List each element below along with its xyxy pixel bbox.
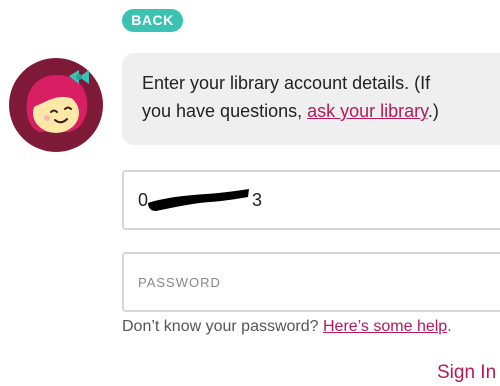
sign-in-button[interactable]: Sign In [437, 362, 496, 384]
message-line-2: you have questions, ask your library.) [142, 97, 500, 125]
password-help-suffix: . [447, 318, 452, 335]
password-help-link[interactable]: Here’s some help [323, 318, 447, 335]
library-card-field[interactable]: 0 3 [122, 170, 500, 230]
card-number-end: 3 [252, 190, 263, 210]
password-help-line: Don’t know your password? Here’s some he… [122, 318, 452, 336]
message-bubble: Enter your library account details. (If … [122, 53, 500, 145]
password-input[interactable] [138, 254, 498, 310]
message-line-2-prefix: you have questions, [142, 101, 308, 121]
password-field[interactable] [122, 252, 500, 312]
message-line-2-suffix: .) [427, 101, 439, 121]
message-line-1: Enter your library account details. (If [142, 73, 431, 93]
library-sign-in-screen: BACK Enter your library account details.… [0, 0, 500, 386]
card-number-start: 0 [138, 190, 149, 210]
ask-your-library-link[interactable]: ask your library [307, 101, 428, 121]
password-help-prefix: Don’t know your password? [122, 318, 323, 335]
back-button[interactable]: BACK [122, 9, 183, 32]
libby-avatar-icon [9, 58, 103, 152]
